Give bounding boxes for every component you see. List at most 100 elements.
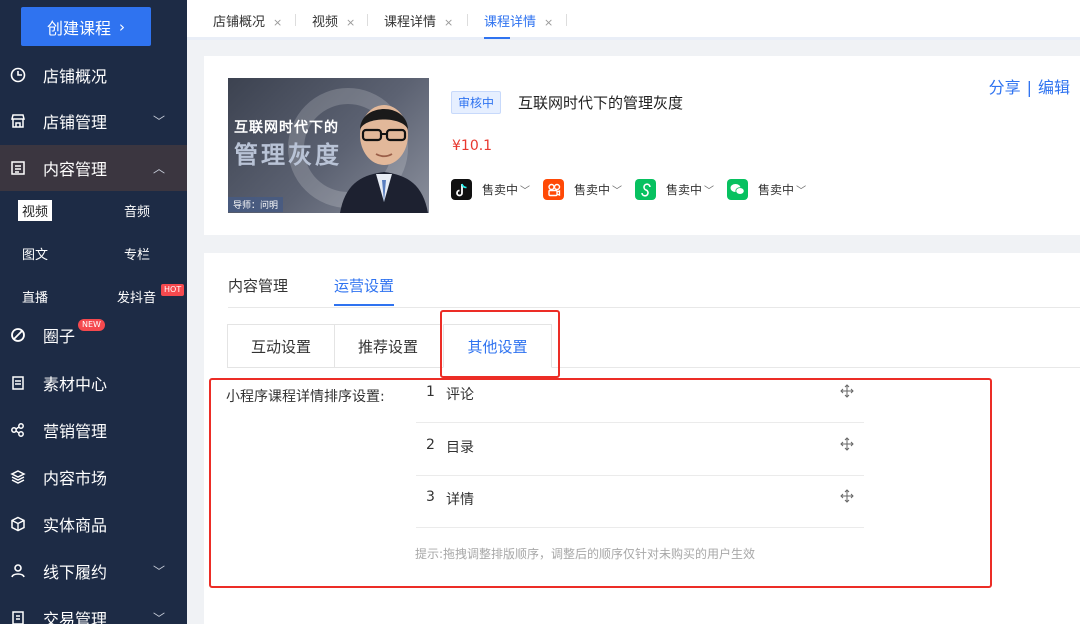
create-course-button[interactable]: 创建课程 › [21,7,151,46]
cube-icon [9,515,27,533]
channel-wechat[interactable]: 售卖中 ﹀ [727,179,806,200]
nav-label: 店铺概况 [43,67,108,86]
course-card: 互联网时代下的 管理灰度 导师：问明 审核中 互联网时代下的管理灰度 ¥10.1… [204,56,1080,235]
marketing-icon [9,421,27,439]
trade-icon [9,609,27,624]
close-icon[interactable]: × [346,16,355,29]
douyin-icon [451,179,472,200]
person-icon [9,562,27,580]
tab-label: 课程详情 [484,15,537,30]
tab-divider [367,14,368,26]
nav-label: 圈子 [43,327,76,346]
close-icon[interactable]: × [444,16,453,29]
tab-divider [295,14,296,26]
share-link[interactable]: 分享 [989,78,1021,97]
chevron-down-icon: ﹀ [796,186,807,197]
nav-circle[interactable]: 圈子 NEW [0,312,187,358]
nav-label: 内容市场 [43,469,108,488]
nav-trade-management[interactable]: 交易管理 ﹀ [0,595,187,624]
nav-content-management[interactable]: 内容管理 ︿ [0,145,187,191]
kuaishou-icon [543,179,565,200]
channel-douyin[interactable]: 售卖中 ﹀ [451,179,530,200]
nav-label: 交易管理 [43,610,108,624]
channel-status: 售卖中 [666,183,703,197]
tab-recommend-settings[interactable]: 推荐设置 [334,324,442,368]
nav-material-center[interactable]: 素材中心 [0,360,187,406]
create-course-label: 创建课程 [46,18,111,38]
instructor-photo [340,105,428,213]
nav-physical-goods[interactable]: 实体商品 [0,501,187,547]
course-thumbnail[interactable]: 互联网时代下的 管理灰度 导师：问明 [228,78,429,213]
nav-label: 实体商品 [43,516,108,535]
sub-tab-label: 互动设置 [250,337,311,356]
chevron-down-icon: ﹀ [520,186,531,197]
sub-item-video[interactable]: 视频 [18,200,53,221]
sub-tab-label: 推荐设置 [357,337,418,356]
nav-offline-fulfillment[interactable]: 线下履约 ﹀ [0,548,187,594]
tab-video[interactable]: 视频 × [312,11,355,30]
highlight-box-tab [440,310,560,378]
chevron-right-icon: › [119,17,125,36]
highlight-box-sort [209,378,992,588]
chevron-down-icon: ﹀ [152,564,165,579]
page-tab-bar: 店铺概况 × 视频 × 课程详情 × 课程详情 × [187,0,1080,40]
tab-course-detail[interactable]: 课程详情 × [384,11,453,30]
mini-program-icon [635,179,657,200]
tab-divider [467,14,468,26]
nav-label: 营销管理 [43,422,108,441]
close-icon[interactable]: × [544,16,553,29]
nav-store-management[interactable]: 店铺管理 ﹀ [0,98,187,144]
thumbnail-caption: 导师：问明 [228,197,284,212]
chevron-down-icon: ﹀ [612,186,623,197]
nav-label: 线下履约 [43,563,108,582]
circle-icon [9,326,27,344]
tab-store-overview[interactable]: 店铺概况 × [213,11,282,30]
new-badge: NEW [78,319,105,331]
sub-item-douyin[interactable]: 发抖音 [117,287,156,306]
tab-divider [566,14,567,26]
hot-badge: HOT [161,284,185,296]
chevron-down-icon: ﹀ [704,186,715,197]
thumbnail-title-line2: 管理灰度 [234,141,342,169]
tabs-divider [228,307,1080,308]
sidebar: 创建课程 › 店铺概况 店铺管理 ﹀ 内容管理 ︿ 视频 音频 图文 专栏 直播… [0,0,187,624]
store-icon [9,112,27,130]
sub-item-article[interactable]: 图文 [22,244,48,263]
tab-interaction-settings[interactable]: 互动设置 [227,324,335,368]
tab-content-management[interactable]: 内容管理 [228,275,288,296]
action-divider: | [1026,78,1032,97]
tab-label: 店铺概况 [213,15,266,30]
clock-icon [9,66,27,84]
layers-icon [9,468,27,486]
chevron-down-icon: ﹀ [152,611,165,624]
tab-label: 视频 [312,15,339,30]
nav-label: 店铺管理 [43,113,108,132]
nav-label: 素材中心 [43,375,108,394]
channel-mini-program[interactable]: 售卖中 ﹀ [635,179,714,200]
content-icon [9,159,27,177]
tab-label: 课程详情 [384,15,437,30]
edit-link[interactable]: 编辑 [1038,78,1070,97]
course-actions: 分享 | 编辑 [989,74,1070,98]
sub-item-column[interactable]: 专栏 [124,244,150,263]
channel-status: 售卖中 [758,183,795,197]
nav-label: 内容管理 [43,160,108,179]
sub-item-audio[interactable]: 音频 [124,201,150,220]
close-icon[interactable]: × [273,16,282,29]
nav-marketing[interactable]: 营销管理 [0,407,187,453]
channel-status: 售卖中 [482,183,519,197]
material-icon [9,374,27,392]
course-price: ¥10.1 [452,138,493,154]
tab-course-detail-active[interactable]: 课程详情 × [484,11,553,39]
thumbnail-title-line1: 互联网时代下的 [234,120,339,136]
settings-card: 内容管理 运营设置 互动设置 推荐设置 其他设置 小程序课程详情排序设置: 1 … [204,253,1080,624]
tab-operation-settings[interactable]: 运营设置 [334,275,395,306]
channel-kuaishou[interactable]: 售卖中 ﹀ [543,179,622,200]
nav-store-overview[interactable]: 店铺概况 [0,52,187,98]
chevron-up-icon: ︿ [152,161,165,176]
sub-item-live[interactable]: 直播 [22,287,48,306]
sales-channels: 售卖中 ﹀ 售卖中 ﹀ 售卖中 ﹀ 售卖中 ﹀ [451,179,819,200]
channel-status: 售卖中 [574,183,611,197]
nav-content-market[interactable]: 内容市场 [0,454,187,500]
wechat-icon [727,179,749,200]
